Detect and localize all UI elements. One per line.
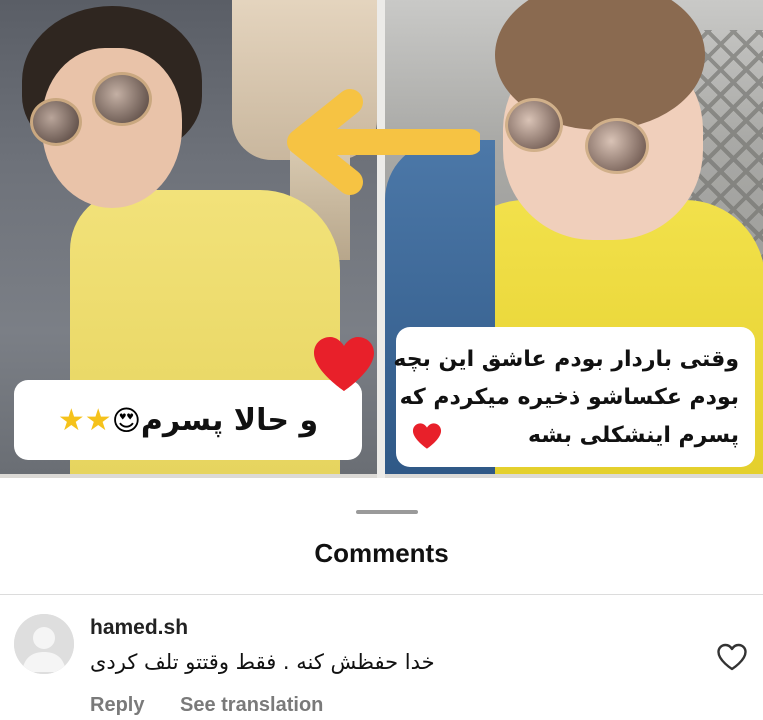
caption-line: بودم عکساشو ذخیره میکردم که xyxy=(399,385,739,410)
default-avatar-icon xyxy=(14,614,74,674)
collage-divider xyxy=(377,0,385,478)
caption-before: وقتی باردار بودم عاشق این بچه بودم عکساش… xyxy=(393,327,755,467)
sunglasses-lens xyxy=(92,72,152,126)
heart-outline-icon[interactable] xyxy=(716,642,748,672)
heart-icon xyxy=(412,423,442,449)
caption-now: ★ ★ 😍 و حالا پسرم xyxy=(14,380,362,460)
reply-button[interactable]: Reply xyxy=(90,694,144,717)
sunglasses-lens xyxy=(30,98,82,146)
avatar[interactable] xyxy=(14,614,74,674)
sunglasses-lens xyxy=(585,118,649,174)
comments-sheet: Comments hamed.sh خدا حفظش کنه . فقط وقت… xyxy=(0,484,763,720)
comment-text: خدا حفظش کنه . فقط وقتتو تلف کردی xyxy=(90,650,435,674)
see-translation-button[interactable]: See translation xyxy=(180,694,323,717)
star-icon: ★ xyxy=(84,402,112,438)
drag-handle[interactable] xyxy=(356,510,418,514)
divider xyxy=(0,594,763,595)
heart-icon xyxy=(314,337,374,391)
heart-eyes-emoji-icon: 😍 xyxy=(111,403,141,437)
caption-line: پسرم اینشکلی بشه xyxy=(528,423,739,448)
star-icon: ★ xyxy=(57,402,85,438)
post-image: ★ ★ 😍 و حالا پسرم وقتی باردار بودم عاشق … xyxy=(0,0,763,478)
sunglasses-lens xyxy=(505,98,563,152)
caption-line: وقتی باردار بودم عاشق این بچه xyxy=(393,347,739,372)
arrow-left-icon xyxy=(287,89,480,195)
caption-now-text: و حالا پسرم xyxy=(140,402,319,438)
comments-title: Comments xyxy=(314,538,449,568)
comment-username[interactable]: hamed.sh xyxy=(90,616,188,640)
